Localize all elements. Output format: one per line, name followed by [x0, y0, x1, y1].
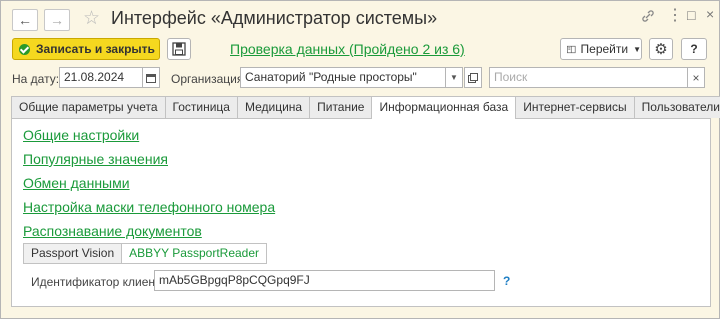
org-label: Организация: — [171, 72, 247, 86]
floppy-icon — [172, 42, 186, 56]
date-input[interactable]: 21.08.2024 — [59, 67, 143, 88]
org-input[interactable]: Санаторий "Родные просторы" — [240, 67, 446, 88]
tab-infobase[interactable]: Информационная база — [371, 96, 517, 119]
search-input[interactable]: Поиск — [489, 67, 688, 88]
more-icon[interactable]: ⋮ — [667, 5, 683, 25]
back-button[interactable]: ← — [12, 9, 38, 31]
link-document-recognition[interactable]: Распознавание документов — [23, 223, 202, 239]
goto-icon — [567, 45, 576, 53]
calendar-button[interactable] — [142, 67, 160, 88]
goto-button[interactable]: Перейти ▼ — [560, 38, 642, 60]
help-button[interactable]: ? — [681, 38, 707, 60]
data-check-link[interactable]: Проверка данных (Пройдено 2 из 6) — [230, 41, 465, 57]
save-close-button[interactable]: Записать и закрыть — [12, 38, 160, 60]
client-id-input[interactable]: mAb5GBpgqP8pCQGpq9FJ — [154, 270, 495, 291]
search-placeholder: Поиск — [494, 70, 528, 84]
check-icon — [19, 43, 30, 55]
org-dropdown-button[interactable]: ▼ — [445, 67, 463, 88]
tab-users[interactable]: Пользователи — [633, 96, 720, 118]
link-icon[interactable] — [641, 9, 655, 26]
chevron-down-icon: ▼ — [450, 73, 458, 82]
tab-internet-services[interactable]: Интернет-сервисы — [515, 96, 635, 118]
open-icon — [468, 72, 478, 83]
save-close-label: Записать и закрыть — [36, 42, 155, 56]
chevron-down-icon: ▼ — [633, 44, 641, 54]
tab-bar: Общие параметры учета Гостиница Медицина… — [11, 96, 720, 119]
close-icon[interactable]: × — [706, 6, 714, 22]
org-open-button[interactable] — [464, 67, 482, 88]
goto-label: Перейти — [580, 42, 629, 56]
forward-button[interactable]: → — [44, 9, 70, 31]
link-general-settings[interactable]: Общие настройки — [23, 127, 139, 143]
date-label: На дату: — [12, 72, 60, 86]
save-button[interactable] — [167, 38, 191, 60]
star-icon[interactable]: ☆ — [83, 7, 100, 30]
tab-medicine[interactable]: Медицина — [236, 96, 311, 118]
link-popular-values[interactable]: Популярные значения — [23, 151, 168, 167]
tab-hotel[interactable]: Гостиница — [164, 96, 238, 118]
subtab-abbyy[interactable]: ABBYY PassportReader — [121, 243, 268, 264]
link-phone-mask[interactable]: Настройка маски телефонного номера — [23, 199, 275, 215]
settings-button[interactable]: ⚙ — [649, 38, 673, 60]
tab-general[interactable]: Общие параметры учета — [11, 96, 166, 118]
link-data-exchange[interactable]: Обмен данными — [23, 175, 130, 191]
gear-icon: ⚙ — [654, 41, 668, 58]
window-title: Интерфейс «Администратор системы» — [111, 8, 438, 28]
maximize-icon[interactable]: □ — [687, 7, 695, 23]
back-arrow-icon: ← — [18, 12, 32, 28]
client-id-label: Идентификатор клиента: — [31, 275, 171, 289]
client-id-help-icon[interactable]: ? — [503, 274, 510, 288]
recognition-subtabs: Passport Vision ABBYY PassportReader — [23, 243, 268, 264]
clear-icon: × — [692, 70, 700, 85]
forward-arrow-icon: → — [50, 12, 64, 28]
app-window: ← → ☆ Интерфейс «Администратор системы» … — [0, 0, 720, 319]
calendar-icon — [146, 73, 156, 83]
search-clear-button[interactable]: × — [687, 67, 705, 88]
subtab-passport-vision[interactable]: Passport Vision — [23, 243, 123, 264]
tab-nutrition[interactable]: Питание — [309, 96, 373, 118]
